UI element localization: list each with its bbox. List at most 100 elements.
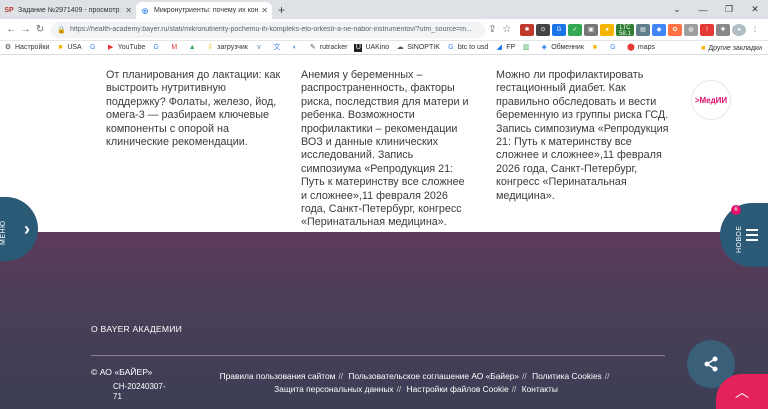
bookmark-item[interactable]: ᴠ [255, 44, 266, 52]
bookmark-item[interactable]: ⇩ загрузчик [206, 44, 248, 52]
lock-icon: 🔒 [57, 26, 66, 34]
link-separator: // [522, 371, 527, 381]
bookmark-item[interactable]: ⬤ maps [627, 44, 655, 52]
extension-icon[interactable]: G [552, 23, 566, 36]
google-icon: G [153, 43, 159, 51]
back-icon[interactable]: ← [4, 24, 18, 35]
chevron-up-icon: ︿ [735, 383, 749, 400]
side-new-label: НОВОЕ [736, 225, 743, 253]
ltc-badge[interactable]: LTC 58.1 [616, 23, 634, 37]
star-icon[interactable]: ☆ [500, 24, 514, 35]
tab-favicon: SP [4, 7, 14, 14]
gear-icon: ⚙ [4, 43, 12, 51]
chart-icon: ▥ [522, 43, 530, 51]
bookmark-item[interactable]: ▥ [522, 44, 533, 52]
footer-link[interactable]: Пользовательское соглашение АО «Байер» [348, 371, 519, 381]
share-page-icon[interactable]: ⇪ [485, 24, 499, 35]
extension-icon[interactable]: ! [700, 23, 714, 36]
extension-icon[interactable]: ✿ [668, 23, 682, 36]
browser-tab[interactable]: SP Задание №2971409 - просмотр з ✕ [0, 2, 136, 19]
extension-icon[interactable]: ◍ [684, 23, 698, 36]
bookmark-label: FP [506, 44, 516, 51]
maximize-icon[interactable]: ❐ [716, 4, 742, 15]
close-window-icon[interactable]: ✕ [742, 4, 768, 15]
other-bookmarks[interactable]: ■ Другие закладки [701, 41, 762, 55]
bookmark-label: SINOPTIK [407, 44, 440, 51]
bookmark-item[interactable]: ■ USA [56, 44, 82, 52]
bookmark-item[interactable]: U UAKino [354, 43, 390, 52]
list-icon [746, 229, 758, 244]
bookmark-item[interactable]: ■ [591, 44, 602, 52]
bookmark-item[interactable]: ✎ rutracker [309, 44, 348, 52]
bookmark-item[interactable]: G [609, 44, 620, 52]
tab-favicon: ◎ [141, 7, 149, 15]
share-icon [704, 356, 718, 372]
window-controls: ⌄ — ❐ ✕ [664, 0, 768, 19]
footer-about-link[interactable]: О BAYER АКАДЕМИИ [91, 324, 182, 334]
bookmark-item[interactable]: ◢ FP [495, 44, 516, 52]
minimize-icon[interactable]: — [690, 5, 716, 15]
other-bookmarks-label: Другие закладки [708, 44, 762, 52]
bookmark-item[interactable]: ☁ SINOPTIK [396, 44, 440, 52]
extension-icon[interactable]: ◆ [652, 23, 666, 36]
drive-icon: ▲ [188, 43, 196, 51]
forward-icon[interactable]: → [18, 24, 32, 35]
bookmark-item[interactable]: G [152, 44, 163, 52]
bookmark-item[interactable]: 文 [273, 44, 284, 52]
bookmark-item[interactable]: Gbtc to usd [447, 44, 488, 52]
link-separator: // [396, 384, 402, 394]
link-separator: // [511, 384, 517, 394]
site-footer: О BAYER АКАДЕМИИ © АО «БАЙЕР» CH-2024030… [0, 232, 768, 409]
bookmark-item[interactable]: ⚙ Настройки [4, 44, 49, 52]
footer-link[interactable]: Контакты [522, 384, 558, 394]
extension-icon[interactable]: ✓ [568, 23, 582, 36]
close-icon[interactable]: ✕ [261, 6, 268, 15]
youtube-icon: ▶ [108, 43, 114, 51]
url-input[interactable]: 🔒 https://health-academy.bayer.ru/stati/… [51, 21, 486, 38]
folder-icon: ■ [701, 44, 706, 52]
bookmark-item[interactable]: ▶ YouTube [107, 43, 145, 52]
bookmark-label: rutracker [319, 44, 348, 51]
footer-link[interactable]: Защита персональных данных [274, 384, 394, 394]
extension-icon[interactable]: ▤ [636, 23, 650, 36]
article-card-text[interactable]: Можно ли профилактировать гестационный д… [496, 69, 671, 203]
uakino-icon: U [354, 43, 363, 52]
bookmark-item[interactable]: ◐ [291, 44, 302, 52]
extension-icon[interactable]: ⊙ [536, 23, 550, 36]
bookmark-label: UAKino [365, 44, 390, 51]
bookmark-item[interactable]: G [89, 44, 100, 52]
extension-icon[interactable]: ✱ [520, 23, 534, 36]
bookmark-item[interactable]: ◈ Обменник [540, 44, 583, 52]
footer-link[interactable]: Правила пользования сайтом [220, 371, 336, 381]
footer-link[interactable]: Политика Cookies [532, 371, 602, 381]
link-separator: // [604, 371, 610, 381]
footer-copyright: © АО «БАЙЕР» [91, 367, 153, 377]
more-icon[interactable]: ⋮ [748, 24, 762, 36]
puzzle-icon[interactable]: ✚ [716, 23, 730, 36]
close-icon[interactable]: ✕ [125, 6, 132, 15]
article-card-text[interactable]: От планирования до лактации: как выстрои… [106, 69, 281, 149]
address-bar-row: ← → ↻ 🔒 https://health-academy.bayer.ru/… [0, 19, 768, 41]
bookmark-label: USA [67, 44, 82, 51]
bookmark-label: btc to usd [457, 44, 489, 51]
footer-divider [91, 355, 665, 356]
bookmark-label: загрузчик [217, 44, 248, 51]
chevron-right-icon: › [24, 218, 30, 239]
vk-icon: ᴠ [257, 43, 261, 51]
link-separator: // [338, 371, 344, 381]
extension-icon[interactable]: ▣ [584, 23, 598, 36]
avatar[interactable]: ● [732, 23, 746, 36]
footer-link[interactable]: Настройки файлов Cookie [407, 384, 509, 394]
url-text: https://health-academy.bayer.ru/stati/mi… [69, 26, 472, 33]
browser-tab-active[interactable]: ◎ Микронутриенты: почему их кон ✕ [136, 2, 272, 19]
bookmark-item[interactable]: ▲ [188, 44, 199, 52]
rutracker-icon: ✎ [309, 43, 316, 51]
translate-icon: 文 [273, 43, 281, 51]
article-card-text[interactable]: Анемия у беременных – распространенность… [301, 69, 471, 230]
extension-icon[interactable]: ● [600, 23, 614, 36]
medii-logo-button[interactable]: >МедИИ [691, 80, 731, 120]
reload-icon[interactable]: ↻ [33, 24, 47, 35]
bookmark-item[interactable]: M [170, 44, 181, 52]
chevron-down-icon[interactable]: ⌄ [664, 4, 690, 15]
new-tab-icon[interactable]: + [272, 3, 291, 17]
